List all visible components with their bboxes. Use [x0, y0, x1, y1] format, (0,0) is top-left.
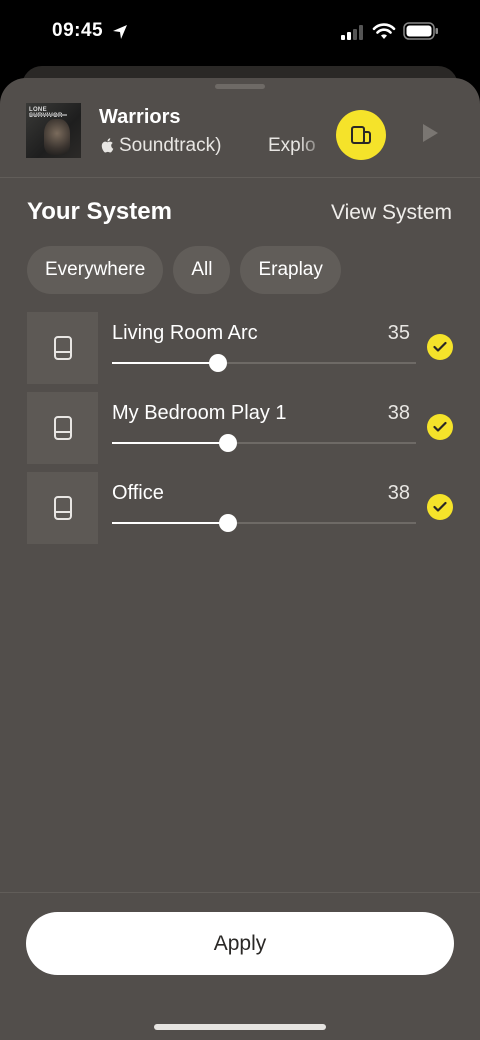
checkmark-icon: [433, 341, 447, 352]
speaker-icon: [53, 416, 72, 440]
view-system-link[interactable]: View System: [331, 201, 452, 225]
room-row[interactable]: My Bedroom Play 1 38: [27, 392, 457, 464]
track-title: Warriors: [99, 106, 181, 128]
room-row[interactable]: Living Room Arc 35: [27, 312, 457, 384]
room-volume-value: 38: [387, 402, 410, 424]
room-selected-checkbox[interactable]: [427, 334, 453, 360]
battery-icon: [403, 22, 438, 40]
status-time: 09:45: [52, 20, 104, 41]
checkmark-icon: [433, 501, 447, 512]
speaker-group-button[interactable]: [336, 110, 386, 160]
room-name: Office: [112, 482, 164, 504]
volume-slider-fill: [112, 522, 228, 524]
speaker-icon: [53, 336, 72, 360]
volume-slider-fill: [112, 362, 218, 364]
status-bar: 09:45: [0, 0, 480, 66]
album-art-subtitle-line: [29, 114, 67, 116]
checkmark-icon: [433, 421, 447, 432]
cellular-signal-icon: [341, 25, 363, 40]
track-subtitle-continued: Explo: [268, 135, 316, 156]
volume-slider-thumb[interactable]: [219, 434, 237, 452]
volume-slider[interactable]: [112, 434, 416, 452]
room-speaker-tile[interactable]: [27, 472, 98, 544]
volume-slider-thumb[interactable]: [219, 514, 237, 532]
room-speaker-tile[interactable]: [27, 312, 98, 384]
room-volume-value: 35: [387, 322, 410, 344]
room-speaker-tile[interactable]: [27, 392, 98, 464]
album-art-title: LONE SURVIVOR: [29, 107, 63, 119]
room-row[interactable]: Office 38: [27, 472, 457, 544]
play-button[interactable]: [412, 115, 448, 151]
volume-slider[interactable]: [112, 354, 416, 372]
volume-slider-thumb[interactable]: [209, 354, 227, 372]
apple-icon: [101, 138, 114, 153]
speaker-icon: [53, 496, 72, 520]
filter-chips: Everywhere All Eraplay: [27, 246, 341, 294]
room-name: Living Room Arc: [112, 322, 258, 344]
volume-slider-fill: [112, 442, 228, 444]
apply-button[interactable]: Apply: [26, 912, 454, 975]
room-selected-checkbox[interactable]: [427, 494, 453, 520]
volume-slider[interactable]: [112, 514, 416, 532]
album-art: LONE SURVIVOR: [26, 103, 81, 158]
now-playing-bar[interactable]: LONE SURVIVOR Warriors Soundtrack) Explo: [0, 78, 480, 178]
track-subtitle: Soundtrack): [119, 135, 222, 156]
room-name: My Bedroom Play 1: [112, 402, 287, 424]
room-selected-checkbox[interactable]: [427, 414, 453, 440]
output-selector-sheet: LONE SURVIVOR Warriors Soundtrack) Explo…: [0, 78, 480, 1040]
room-volume-value: 38: [387, 482, 410, 504]
section-title: Your System: [27, 198, 172, 225]
wifi-icon: [372, 23, 396, 39]
chip-everywhere[interactable]: Everywhere: [27, 246, 164, 294]
speaker-group-icon: [351, 126, 371, 144]
play-icon: [423, 124, 438, 142]
album-art-figure: [44, 119, 70, 155]
location-arrow-icon: [113, 25, 127, 39]
chip-all[interactable]: All: [173, 246, 231, 294]
home-indicator: [154, 1024, 326, 1030]
footer-divider: [0, 892, 480, 893]
chip-eraplay[interactable]: Eraplay: [240, 246, 341, 294]
